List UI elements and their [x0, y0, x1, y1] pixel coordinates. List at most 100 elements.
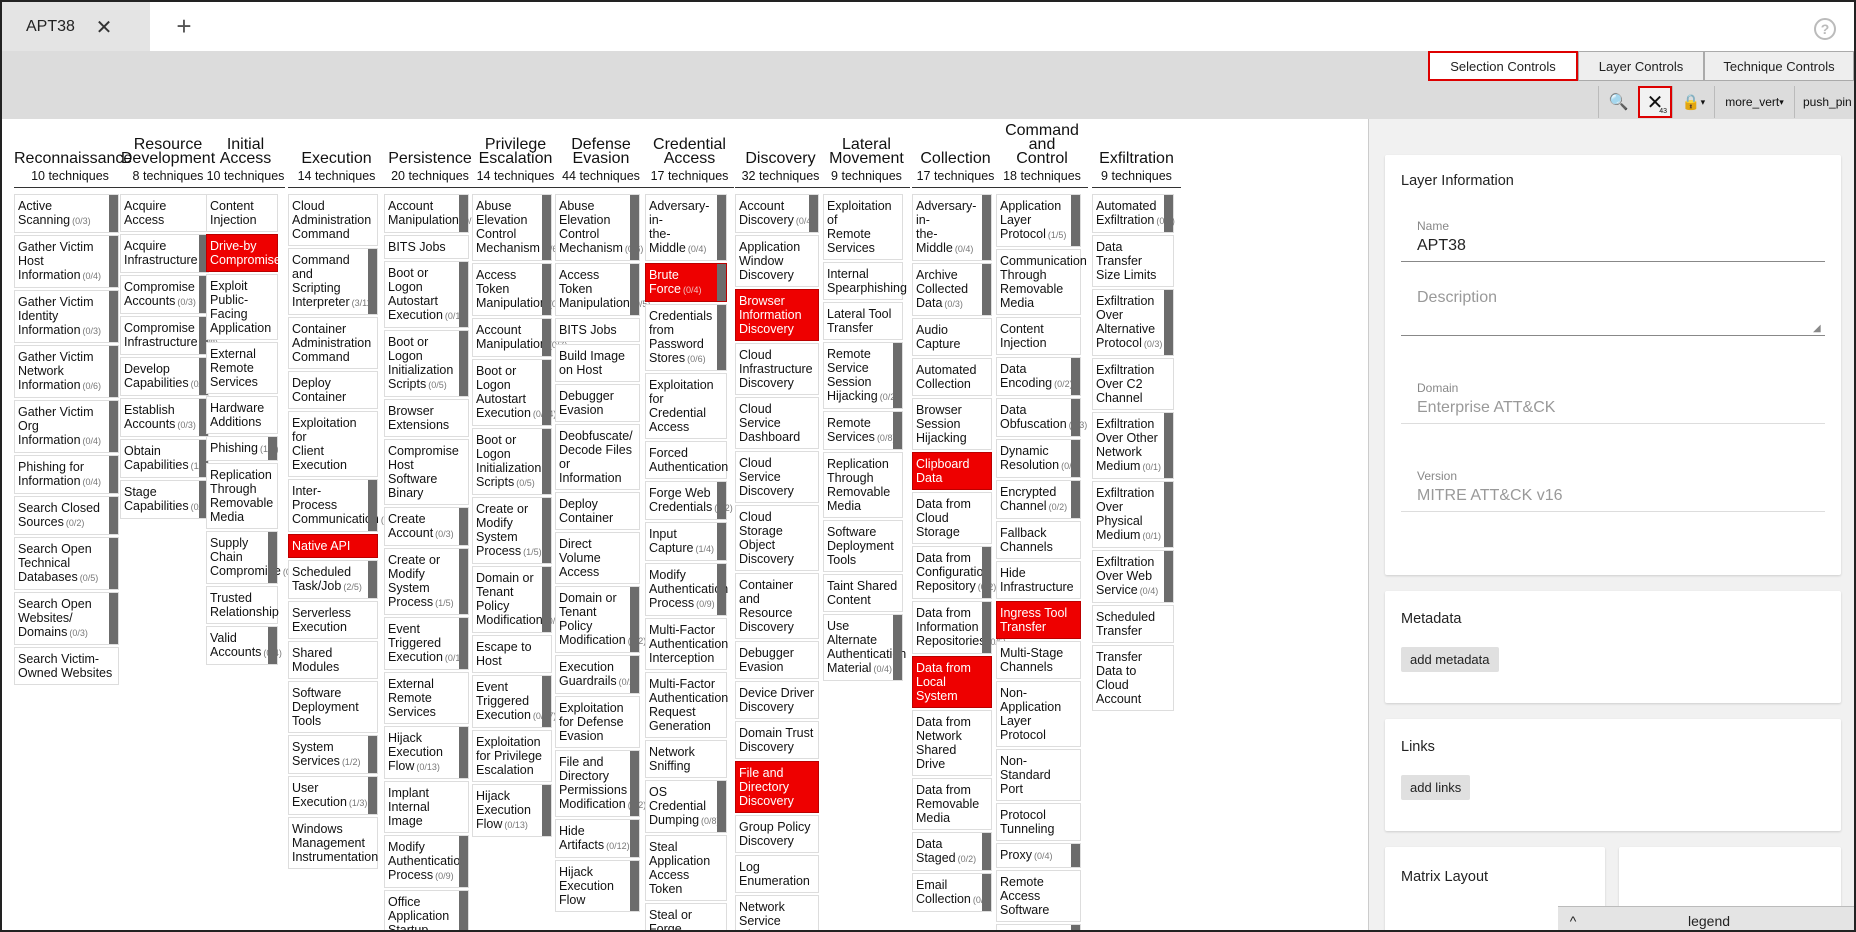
- technique-cell[interactable]: Credentials from Password Stores (0/6): [645, 304, 727, 371]
- technique-cell[interactable]: BITS Jobs: [555, 318, 640, 342]
- technique-cell[interactable]: Valid Accounts (0/4): [206, 626, 282, 665]
- technique-cell[interactable]: Software Deployment Tools: [288, 681, 378, 733]
- technique-cell[interactable]: Debugger Evasion: [735, 641, 819, 679]
- technique-cell[interactable]: Cloud Administration Command: [288, 194, 378, 246]
- technique-cell[interactable]: Hijack Execution Flow (0/13): [384, 726, 469, 779]
- add-metadata-button[interactable]: add metadata: [1401, 647, 1499, 672]
- technique-cell[interactable]: Execution Guardrails (0/2): [555, 655, 640, 694]
- technique-cell[interactable]: Phishing for Information (0/4): [14, 455, 119, 494]
- technique-cell[interactable]: Container and Resource Discovery: [735, 573, 819, 639]
- chevron-up-icon[interactable]: ^: [1558, 913, 1588, 929]
- technique-cell[interactable]: Encrypted Channel (0/2): [996, 480, 1081, 519]
- technique-cell[interactable]: Search Victim- Owned Websites: [14, 647, 119, 685]
- technique-cell[interactable]: Gather Victim Identity Information (0/3): [14, 290, 119, 343]
- tactic-header[interactable]: Exfiltration 9 techniques: [1092, 129, 1181, 188]
- technique-cell[interactable]: Network Service Discovery: [735, 895, 819, 930]
- tactic-header[interactable]: Resource Development 8 techniques: [120, 129, 216, 188]
- technique-cell[interactable]: Data Obfuscation (0/3): [996, 398, 1087, 437]
- technique-cell[interactable]: Build Image on Host: [555, 344, 640, 382]
- technique-cell[interactable]: Acquire Infrastructure(0/8): [120, 234, 218, 273]
- technique-cell[interactable]: File and Directory Discovery: [735, 761, 819, 813]
- technique-cell[interactable]: Office Application Startup: [384, 890, 469, 930]
- description-field[interactable]: Description: [1417, 289, 1497, 307]
- technique-cell[interactable]: Implant Internal Image: [384, 781, 469, 833]
- tactic-header[interactable]: Execution 14 techniques: [288, 129, 385, 188]
- technique-cell[interactable]: Adversary-in- the-Middle (0/4): [645, 194, 727, 261]
- technique-cell[interactable]: Data Transfer Size Limits: [1092, 235, 1174, 287]
- technique-cell[interactable]: Exploit Public- Facing Application: [206, 274, 278, 340]
- technique-cell[interactable]: Cloud Infrastructure Discovery: [735, 343, 819, 395]
- technique-cell[interactable]: Hijack Execution Flow: [555, 860, 640, 912]
- technique-cell[interactable]: Access Token Manipulation(0/5): [555, 263, 650, 316]
- technique-cell[interactable]: External Remote Services: [206, 342, 278, 394]
- technique-cell[interactable]: Create or Modify System Process (1/5): [384, 548, 469, 615]
- technique-cell[interactable]: Exfiltration Over Alternative Protocol (0…: [1092, 289, 1174, 356]
- tactic-header[interactable]: Initial Access 10 techniques: [206, 129, 285, 188]
- technique-cell[interactable]: Create Account (0/3): [384, 507, 469, 546]
- technique-cell[interactable]: Cloud Service Dashboard: [735, 397, 819, 449]
- technique-cell[interactable]: Ingress Tool Transfer: [996, 601, 1081, 639]
- technique-cell[interactable]: Fallback Channels: [996, 521, 1081, 559]
- technique-cell[interactable]: Application Layer Protocol (1/5): [996, 194, 1081, 247]
- technique-cell[interactable]: Data from Removable Media: [912, 778, 992, 830]
- technique-cell[interactable]: Multi-Factor Authentication Interception: [645, 618, 728, 670]
- technique-cell[interactable]: Data from Configuration Repository (0/2): [912, 546, 996, 599]
- technique-cell[interactable]: Exploitation of Remote Services: [823, 194, 903, 260]
- technique-cell[interactable]: Multi-Factor Authentication Request Gene…: [645, 672, 728, 738]
- technique-cell[interactable]: Forced Authentication: [645, 441, 728, 479]
- technique-cell[interactable]: Non- Application Layer Protocol: [996, 681, 1081, 747]
- technique-cell[interactable]: Multi-Stage Channels: [996, 641, 1081, 679]
- technique-cell[interactable]: Use Alternate Authentication Material (0/…: [823, 614, 906, 681]
- close-tab-icon[interactable]: ✕: [94, 15, 114, 40]
- tactic-header[interactable]: Privilege Escalation 14 techniques: [472, 129, 559, 188]
- push-pin-button[interactable]: push_pin: [1794, 86, 1852, 118]
- technique-cell[interactable]: Data Staged (0/2): [912, 832, 992, 871]
- technique-cell[interactable]: Event Triggered Execution (0/17): [472, 675, 556, 728]
- technique-cell[interactable]: BITS Jobs: [384, 235, 469, 259]
- technique-cell[interactable]: Internal Spearphishing: [823, 262, 907, 300]
- technique-cell[interactable]: Domain or Tenant Policy Modification (0/2…: [555, 586, 646, 653]
- technique-cell[interactable]: Data from Network Shared Drive: [912, 710, 992, 776]
- technique-cell[interactable]: Event Triggered Execution (0/17): [384, 617, 469, 670]
- technique-cell[interactable]: Hardware Additions: [206, 396, 278, 434]
- technique-cell[interactable]: Application Window Discovery: [735, 235, 819, 287]
- technique-cell[interactable]: External Remote Services: [384, 672, 469, 724]
- help-icon[interactable]: ?: [1814, 18, 1836, 40]
- technique-cell[interactable]: Domain or Tenant Policy Modification (0/2…: [472, 566, 563, 633]
- technique-cell[interactable]: Phishing (1/4): [206, 436, 278, 461]
- technique-cell[interactable]: Compromise Host Software Binary: [384, 439, 469, 505]
- technique-cell[interactable]: Debugger Evasion: [555, 384, 640, 422]
- layer-tab[interactable]: APT38 ✕: [2, 2, 150, 51]
- technique-cell[interactable]: Exploitation for Client Execution: [288, 411, 378, 477]
- technique-cell[interactable]: Domain Trust Discovery: [735, 721, 819, 759]
- technique-cell[interactable]: Steal Application Access Token: [645, 835, 727, 901]
- technique-cell[interactable]: Content Injection: [996, 317, 1081, 355]
- technique-cell[interactable]: Supply Chain Compromise(0/3): [206, 531, 301, 584]
- technique-cell[interactable]: Browser Information Discovery: [735, 289, 819, 341]
- technique-cell[interactable]: Abuse Elevation Control Mechanism (0/6): [472, 194, 560, 261]
- technique-cell[interactable]: File and Directory Permissions Modificat…: [555, 750, 646, 817]
- technique-cell[interactable]: Steal or Forge Authentication Certificat…: [645, 903, 727, 930]
- technique-cell[interactable]: Input Capture (1/4): [645, 522, 727, 561]
- technique-cell[interactable]: Direct Volume Access: [555, 532, 640, 584]
- technique-cell[interactable]: Deploy Container: [288, 371, 378, 409]
- tactic-header[interactable]: Lateral Movement 9 techniques: [823, 129, 910, 188]
- technique-cell[interactable]: Native API: [288, 534, 378, 558]
- technique-cell[interactable]: Access Token Manipulation(0/5): [472, 263, 567, 316]
- technique-cell[interactable]: Exploitation for Credential Access: [645, 373, 727, 439]
- technique-cell[interactable]: Exfiltration Over Physical Medium (0/1): [1092, 481, 1174, 548]
- technique-cell[interactable]: Hijack Execution Flow (0/13): [472, 784, 552, 837]
- technique-cell[interactable]: Boot or Logon Autostart Execution (0/14): [384, 261, 469, 328]
- technique-cell[interactable]: Obtain Capabilities (1/7): [120, 439, 209, 478]
- technique-cell[interactable]: Boot or Logon Initialization Scripts (0/5…: [384, 330, 469, 397]
- technique-cell[interactable]: Data from Cloud Storage: [912, 492, 992, 544]
- technique-cell[interactable]: Data from Local System: [912, 656, 992, 708]
- technique-cell[interactable]: Cloud Storage Object Discovery: [735, 505, 819, 571]
- tactic-header[interactable]: Command and Control 18 techniques: [996, 123, 1088, 188]
- technique-cell[interactable]: Brute Force (0/4): [645, 263, 727, 302]
- technique-cell[interactable]: Modify Authentication Process (0/9): [645, 563, 728, 616]
- technique-cell[interactable]: Archive Collected Data (0/3): [912, 263, 992, 316]
- search-icon[interactable]: 🔍: [1598, 86, 1638, 118]
- technique-cell[interactable]: Compromise Accounts (0/3): [120, 275, 209, 314]
- technique-cell[interactable]: Group Policy Discovery: [735, 815, 819, 853]
